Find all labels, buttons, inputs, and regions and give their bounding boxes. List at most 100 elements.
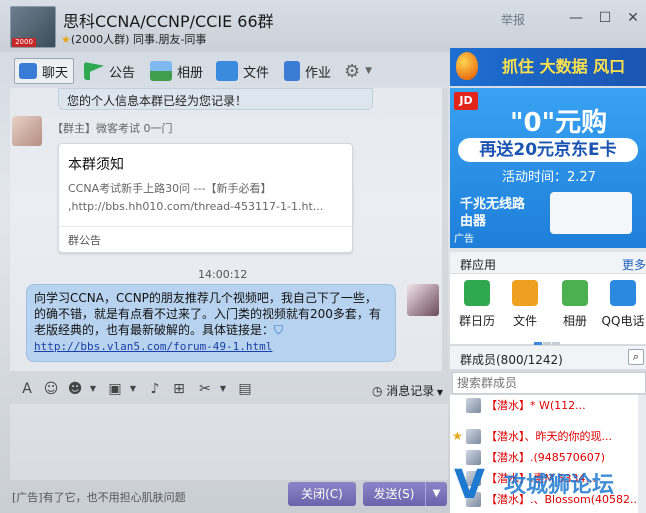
send-button[interactable]: 发送(S)	[363, 482, 425, 506]
app-album[interactable]: 相册	[552, 280, 598, 329]
close-icon[interactable]: ✕	[624, 9, 642, 27]
member-search-input[interactable]	[452, 372, 646, 394]
folder-icon	[512, 280, 538, 306]
jd-ad-banner[interactable]: JD "0"元购 再送20元京东E卡 活动时间：2.27 千兆无线路由器 广告	[450, 88, 646, 248]
sender-avatar[interactable]	[407, 284, 439, 316]
tab-album-label: 相册	[177, 65, 204, 81]
tab-files[interactable]: 文件	[216, 58, 269, 84]
font-icon[interactable]: A	[18, 380, 36, 398]
message-history-button[interactable]: ◷ 消息记录 ▼	[372, 382, 443, 399]
group-meta: ★(2000人群) 同事.朋友-同事	[61, 31, 206, 47]
tab-homework[interactable]: 作业	[284, 58, 331, 84]
tab-files-label: 文件	[243, 65, 270, 81]
tab-chat-label: 聊天	[42, 65, 69, 81]
phone-icon	[610, 280, 636, 306]
chat-scrollbar[interactable]	[442, 88, 448, 371]
apps-title: 群应用	[460, 258, 497, 272]
app-files-label: 文件	[512, 314, 537, 328]
member-avatar	[466, 398, 481, 413]
jd-headline: "0"元购	[510, 108, 608, 138]
message-bubble: 向学习CCNA，CCNP的朋友推荐几个视频吧，我自己下了一些，的确不错，就是有点…	[26, 284, 396, 362]
bottom-ad-text[interactable]: [广告]有了它，也不用担心肌肤问题	[12, 489, 186, 505]
send-options-chevron-icon[interactable]: ▼	[425, 482, 447, 506]
notice-card-footer: 群公告	[68, 234, 101, 247]
jd-logo: JD	[454, 92, 478, 110]
jd-ad-tag: 广告	[454, 234, 474, 245]
apps-header: 群应用 更多	[450, 252, 646, 274]
app-qq-phone[interactable]: QQ电话	[600, 280, 646, 329]
input-toolbar: A ☺ ☻ ▼ ▣ ▼ ♪ ⊞ ✂ ▼ ▤ ◷ 消息记录 ▼	[10, 374, 448, 404]
owner-name[interactable]: 【群主】微客考试 0一门	[52, 120, 173, 136]
flag-icon	[84, 62, 104, 80]
chevron-down-icon[interactable]: ▼	[214, 380, 232, 398]
router-image	[550, 192, 632, 234]
chat-icon	[19, 63, 37, 79]
notice-card-line2: ,http://bbs.hh010.com/thread-453117-1-1.…	[68, 200, 324, 213]
music-icon[interactable]: ♪	[146, 380, 164, 398]
clock-icon: ◷	[372, 384, 387, 398]
balloon-icon	[456, 52, 478, 80]
apps-grid: 群日历 文件 相册 QQ电话	[450, 274, 646, 345]
folder-icon	[216, 61, 238, 81]
shield-icon: ⛉	[274, 323, 284, 337]
notice-card-title: 本群须知	[68, 157, 124, 173]
tab-notice[interactable]: 公告	[84, 58, 135, 84]
calendar-icon	[464, 280, 490, 306]
avatar-badge: 2000	[12, 38, 36, 47]
tab-chat[interactable]: 聊天	[14, 58, 74, 84]
apps-more-link[interactable]: 更多	[622, 256, 646, 273]
tab-homework-label: 作业	[305, 65, 332, 81]
notice-card-divider	[59, 226, 352, 227]
close-button[interactable]: 关闭(C)	[288, 482, 356, 506]
top-ad-banner[interactable]: 抓住 大数据 风口	[450, 48, 646, 86]
app-files[interactable]: 文件	[502, 280, 548, 329]
vip-emoji-icon[interactable]: ☻	[66, 380, 84, 398]
app-qq-phone-label: QQ电话	[601, 314, 645, 328]
minimize-icon[interactable]: —	[567, 9, 585, 27]
message-timestamp: 14:00:12	[198, 268, 248, 281]
tab-bar: 聊天 公告 相册 文件 作业 ⚙ ▼	[0, 54, 450, 86]
homework-icon	[284, 61, 300, 81]
watermark-text: 攻城狮论坛	[504, 473, 615, 498]
star-icon: ★	[61, 33, 71, 46]
image-icon[interactable]: ▣	[106, 380, 124, 398]
jd-time: 活动时间：2.27	[502, 170, 596, 185]
jd-subtitle: 再送20元京东E卡	[458, 138, 638, 162]
member-name: 【潜水】、昨天的你的现...	[486, 430, 612, 443]
emoji-icon[interactable]: ☺	[42, 380, 60, 398]
chevron-down-icon[interactable]: ▼	[84, 380, 102, 398]
members-title: 群成员(800/1242)	[460, 353, 563, 367]
screenshot-scissors-icon[interactable]: ✂	[196, 380, 214, 398]
notice-card-line1: CCNA考试新手上路30问 ---【新手必看】	[68, 182, 272, 195]
jd-product: 千兆无线路由器	[460, 197, 526, 229]
chevron-down-icon[interactable]: ▼	[124, 380, 142, 398]
owner-avatar[interactable]	[12, 116, 42, 146]
group-meta-text: (2000人群) 同事.朋友-同事	[70, 33, 207, 46]
chat-area: 您的个人信息本群已经为您记录！ 【群主】微客考试 0一门 本群须知 CCNA考试…	[10, 88, 448, 371]
apps-page-dots[interactable]	[534, 334, 564, 345]
message-history-label: 消息记录	[386, 384, 435, 398]
more-tools-icon[interactable]: ▤	[236, 380, 254, 398]
app-calendar[interactable]: 群日历	[454, 280, 500, 329]
member-name: 【潜水】* W(112...	[486, 399, 586, 412]
star-icon: ★	[452, 429, 463, 443]
notice-card[interactable]: 本群须知 CCNA考试新手上路30问 ---【新手必看】 ,http://bbs…	[58, 143, 353, 253]
group-name[interactable]: 思科CCNA/CCNP/CCIE 66群	[63, 8, 274, 32]
photo-icon	[562, 280, 588, 306]
maximize-icon[interactable]: ☐	[596, 9, 614, 27]
system-notice: 您的个人信息本群已经为您记录！	[58, 88, 373, 110]
member-item[interactable]: 【潜水】* W(112...	[450, 395, 636, 416]
member-item[interactable]: ★ 【潜水】、昨天的你的现...	[450, 426, 636, 447]
gift-icon[interactable]: ⊞	[170, 380, 188, 398]
message-input[interactable]	[10, 404, 448, 480]
message-link[interactable]: http://bbs.vlan5.com/forum-49-1.html	[34, 340, 272, 353]
message-text: 向学习CCNA，CCNP的朋友推荐几个视频吧，我自己下了一些，的确不错，就是有点…	[34, 291, 381, 337]
members-header: 群成员(800/1242) ⌕	[450, 346, 646, 370]
search-icon[interactable]: ⌕	[628, 349, 644, 365]
member-avatar	[466, 429, 481, 444]
report-link[interactable]: 举报	[501, 11, 525, 28]
tab-notice-label: 公告	[109, 65, 136, 81]
photo-icon	[150, 61, 172, 81]
settings-gear-icon[interactable]: ⚙ ▼	[344, 58, 372, 84]
tab-album[interactable]: 相册	[150, 58, 203, 84]
